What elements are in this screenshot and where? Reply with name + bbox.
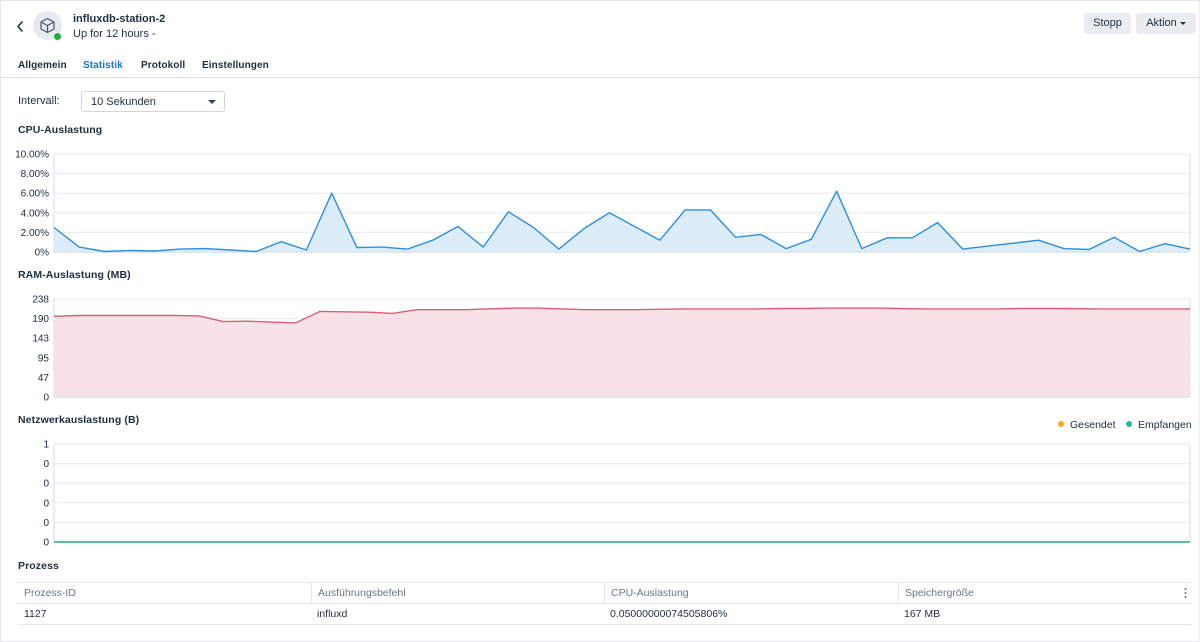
header: influxdb-station-2 Up for 12 hours - Sto… [0, 0, 1200, 52]
network-chart: 0 0 0 0 0 1 [43, 440, 1191, 549]
table-header: Prozess-ID Ausführungsbefehl CPU-Auslast… [18, 583, 1191, 604]
chevron-left-icon [17, 21, 23, 32]
tab-statistik[interactable]: Statistik [83, 60, 123, 71]
action-button[interactable]: Aktion [1136, 13, 1196, 34]
cube-icon [40, 17, 55, 34]
column-header-cpu[interactable]: CPU-Auslastung [604, 583, 898, 604]
y-tick-label: 10.00% [15, 150, 49, 161]
cpu-chart-title: CPU-Auslastung [18, 124, 103, 136]
column-header-pid[interactable]: Prozess-ID [18, 583, 311, 604]
caret-down-icon [208, 100, 216, 104]
y-tick-label: 1 [43, 440, 49, 451]
container-name: influxdb-station-2 [73, 13, 166, 25]
y-tick-label: 4.00% [21, 208, 49, 219]
legend-sent-label: Gesendet [1070, 419, 1116, 431]
y-tick-label: 2.00% [21, 228, 49, 239]
container-uptime: Up for 12 hours - [73, 28, 156, 40]
y-tick-label: 0 [43, 498, 49, 509]
y-tick-label: 95 [38, 353, 50, 364]
y-tick-label: 47 [38, 373, 50, 384]
interval-select-value: 10 Sekunden [91, 96, 156, 108]
legend-received: Empfangen [1126, 419, 1192, 431]
cell-pid: 1127 [24, 608, 47, 620]
cpu-chart: 0% 2.00% 4.00% 6.00% 8.00% 10.00% [15, 150, 1191, 259]
table-row[interactable]: 1127 influxd 0.05000000074505806% 167 MB [18, 604, 1191, 625]
cell-memory: 167 MB [904, 608, 941, 620]
tab-bar: Allgemein Statistik Protokoll Einstellun… [0, 54, 1200, 78]
ram-chart: 0 47 95 143 190 238 [32, 295, 1191, 404]
process-table: Prozess-ID Ausführungsbefehl CPU-Auslast… [18, 582, 1191, 625]
y-tick-label: 190 [32, 314, 49, 325]
y-tick-label: 6.00% [21, 189, 49, 200]
y-tick-label: 0 [43, 459, 49, 470]
tab-einstellungen[interactable]: Einstellungen [202, 60, 269, 71]
net-chart-title: Netzwerkauslastung (B) [18, 414, 140, 426]
interval-select[interactable]: 10 Sekunden [81, 91, 225, 112]
process-title: Prozess [18, 560, 59, 572]
action-button-label: Aktion [1146, 17, 1177, 29]
y-tick-label: 0% [35, 248, 50, 259]
ram-chart-title: RAM-Auslastung (MB) [18, 269, 131, 281]
legend-sent: Gesendet [1058, 419, 1116, 431]
caret-down-icon [1179, 21, 1186, 25]
y-tick-label: 143 [32, 334, 49, 345]
cell-cpu: 0.05000000074505806% [610, 608, 728, 620]
y-tick-label: 0 [43, 518, 49, 529]
interval-label: Intervall: [18, 95, 60, 107]
received-dot-icon [1126, 421, 1132, 427]
column-header-command[interactable]: Ausführungsbefehl [311, 583, 604, 604]
y-tick-label: 238 [32, 295, 49, 306]
status-indicator [53, 32, 62, 41]
y-tick-label: 0 [43, 538, 49, 549]
y-tick-label: 0 [43, 479, 49, 490]
column-header-memory[interactable]: Speichergröße [898, 583, 1191, 604]
y-tick-label: 0 [43, 393, 49, 404]
column-menu-icon[interactable] [1184, 587, 1187, 599]
tab-protokoll[interactable]: Protokoll [141, 60, 185, 71]
tab-allgemein[interactable]: Allgemein [18, 60, 67, 71]
legend-received-label: Empfangen [1138, 419, 1192, 431]
sent-dot-icon [1058, 421, 1064, 427]
cell-command: influxd [317, 608, 348, 620]
stop-button[interactable]: Stopp [1084, 13, 1131, 34]
y-tick-label: 8.00% [21, 169, 49, 180]
back-button[interactable] [12, 16, 30, 36]
